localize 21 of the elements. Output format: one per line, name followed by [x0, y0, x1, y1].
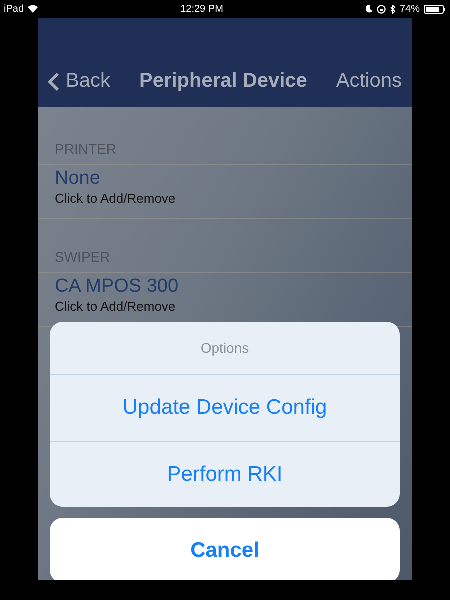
sheet-title: Options — [50, 322, 400, 375]
cancel-button[interactable]: Cancel — [50, 518, 400, 580]
wifi-icon — [28, 5, 38, 13]
device-name: iPad — [4, 4, 24, 14]
page-title: Peripheral Device — [138, 70, 308, 93]
device-value: CA MPOS 300 — [55, 276, 180, 298]
bluetooth-icon — [390, 4, 396, 14]
back-button[interactable]: Back — [48, 70, 110, 93]
sheet-action[interactable]: Update Device Config — [50, 375, 400, 441]
row-hint: Click to Add/Remove — [55, 299, 177, 314]
device-value: None — [55, 168, 102, 190]
sheet-action[interactable]: Perform RKI — [50, 441, 400, 507]
battery-icon — [424, 4, 446, 14]
lock-rotation-icon — [376, 4, 386, 14]
battery-percent: 74% — [400, 4, 420, 14]
device-row[interactable]: None Click to Add/Remove — [38, 165, 412, 219]
row-hint: Click to Add/Remove — [55, 191, 177, 206]
moon-icon — [366, 5, 373, 13]
actions-button[interactable]: Actions — [336, 70, 402, 93]
clock: 12:29 PM — [180, 4, 224, 14]
chevron-left-icon — [48, 72, 60, 92]
